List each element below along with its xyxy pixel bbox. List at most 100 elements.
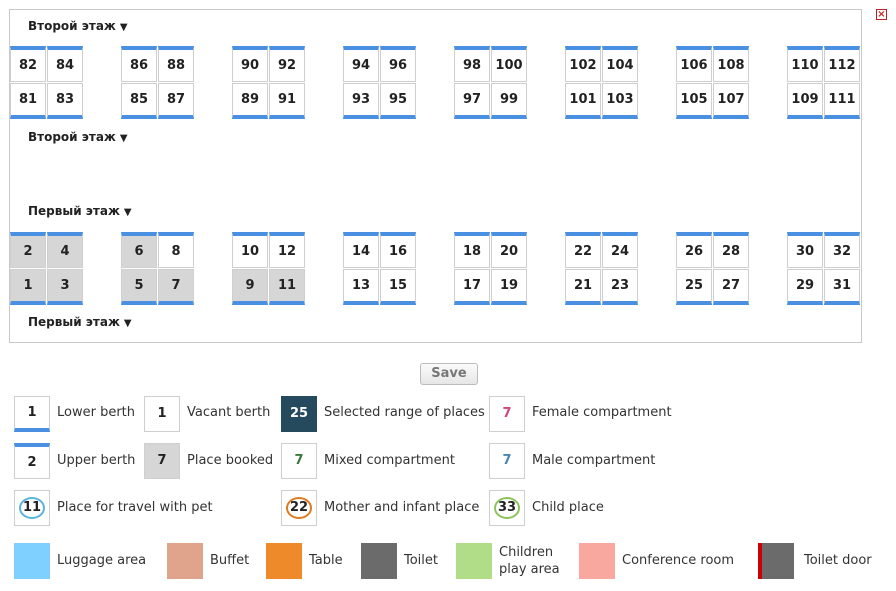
legend-luggage-swatch (14, 543, 50, 579)
seat-30[interactable]: 30 (787, 232, 823, 268)
seat-18[interactable]: 18 (454, 232, 490, 268)
seat-5[interactable]: 5 (121, 269, 157, 305)
seat-110[interactable]: 110 (787, 46, 823, 82)
seat-98[interactable]: 98 (454, 46, 490, 82)
close-icon[interactable]: × (876, 9, 887, 20)
seat-16[interactable]: 16 (380, 232, 416, 268)
seat-81[interactable]: 81 (10, 83, 46, 119)
seat-25[interactable]: 25 (676, 269, 712, 305)
seat-109[interactable]: 109 (787, 83, 823, 119)
legend-child-box: 33 (489, 490, 525, 526)
legend-buffet-swatch (167, 543, 203, 579)
legend-male-label: Male compartment (532, 453, 656, 468)
deck-label-lower-top[interactable]: Первый этаж ▼ (28, 204, 132, 218)
seat-7[interactable]: 7 (158, 269, 194, 305)
seat-10[interactable]: 10 (232, 232, 268, 268)
seat-106[interactable]: 106 (676, 46, 712, 82)
seat-84[interactable]: 84 (47, 46, 83, 82)
seat-8[interactable]: 8 (158, 232, 194, 268)
seat-111[interactable]: 111 (824, 83, 860, 119)
seat-20[interactable]: 20 (491, 232, 527, 268)
seat-32[interactable]: 32 (824, 232, 860, 268)
legend-vacant-berth-label: Vacant berth (187, 405, 271, 420)
seat-17[interactable]: 17 (454, 269, 490, 305)
seat-21[interactable]: 21 (565, 269, 601, 305)
seat-85[interactable]: 85 (121, 83, 157, 119)
legend-place-booked-box: 7 (144, 443, 180, 479)
deck-label-upper-top[interactable]: Второй этаж ▼ (28, 19, 128, 33)
seat-24[interactable]: 24 (602, 232, 638, 268)
legend-lower-berth-label: Lower berth (57, 405, 136, 420)
legend-vacant-berth-box: 1 (144, 396, 180, 432)
legend-toilet-door-label: Toilet door (804, 553, 872, 568)
legend-table-swatch (266, 543, 302, 579)
seat-14[interactable]: 14 (343, 232, 379, 268)
seat-12[interactable]: 12 (269, 232, 305, 268)
seat-105[interactable]: 105 (676, 83, 712, 119)
deck-label-upper-bottom[interactable]: Второй этаж ▼ (28, 130, 128, 144)
seat-11[interactable]: 11 (269, 269, 305, 305)
seat-104[interactable]: 104 (602, 46, 638, 82)
legend-children-play-label-line1: Children (499, 545, 554, 560)
seat-86[interactable]: 86 (121, 46, 157, 82)
seat-22[interactable]: 22 (565, 232, 601, 268)
seat-100[interactable]: 100 (491, 46, 527, 82)
seat-88[interactable]: 88 (158, 46, 194, 82)
legend-pet-box: 11 (14, 490, 50, 526)
seat-99[interactable]: 99 (491, 83, 527, 119)
seat-91[interactable]: 91 (269, 83, 305, 119)
seat-23[interactable]: 23 (602, 269, 638, 305)
legend-lower-berth-box: 1 (14, 396, 50, 432)
seat-1[interactable]: 1 (10, 269, 46, 305)
seat-6[interactable]: 6 (121, 232, 157, 268)
chevron-down-icon: ▼ (119, 133, 128, 144)
seat-92[interactable]: 92 (269, 46, 305, 82)
seat-94[interactable]: 94 (343, 46, 379, 82)
seat-13[interactable]: 13 (343, 269, 379, 305)
seat-9[interactable]: 9 (232, 269, 268, 305)
seat-31[interactable]: 31 (824, 269, 860, 305)
seat-87[interactable]: 87 (158, 83, 194, 119)
seat-102[interactable]: 102 (565, 46, 601, 82)
legend-conference-swatch (579, 543, 615, 579)
legend-place-booked-label: Place booked (187, 453, 274, 468)
seat-2[interactable]: 2 (10, 232, 46, 268)
seat-82[interactable]: 82 (10, 46, 46, 82)
seat-83[interactable]: 83 (47, 83, 83, 119)
seat-3[interactable]: 3 (47, 269, 83, 305)
seat-4[interactable]: 4 (47, 232, 83, 268)
seat-29[interactable]: 29 (787, 269, 823, 305)
legend-selected-range-box: 25 (281, 396, 317, 432)
seat-19[interactable]: 19 (491, 269, 527, 305)
seat-27[interactable]: 27 (713, 269, 749, 305)
legend-luggage-label: Luggage area (57, 553, 147, 568)
seat-15[interactable]: 15 (380, 269, 416, 305)
chevron-down-icon: ▼ (123, 318, 132, 329)
seat-96[interactable]: 96 (380, 46, 416, 82)
legend-upper-berth-box: 2 (14, 443, 50, 479)
seat-28[interactable]: 28 (713, 232, 749, 268)
legend-toilet-swatch (361, 543, 397, 579)
seat-93[interactable]: 93 (343, 83, 379, 119)
legend-pet-label: Place for travel with pet (57, 500, 213, 515)
seat-97[interactable]: 97 (454, 83, 490, 119)
seat-95[interactable]: 95 (380, 83, 416, 119)
seat-90[interactable]: 90 (232, 46, 268, 82)
deck-label-lower-bottom[interactable]: Первый этаж ▼ (28, 315, 132, 329)
legend-mixed-label: Mixed compartment (324, 453, 455, 468)
seat-112[interactable]: 112 (824, 46, 860, 82)
legend-table-label: Table (309, 553, 343, 568)
seat-107[interactable]: 107 (713, 83, 749, 119)
save-button[interactable]: Save (420, 363, 478, 385)
seat-108[interactable]: 108 (713, 46, 749, 82)
seat-101[interactable]: 101 (565, 83, 601, 119)
seat-103[interactable]: 103 (602, 83, 638, 119)
legend-selected-range-label: Selected range of places (324, 405, 485, 420)
legend-toilet-label: Toilet (404, 553, 439, 568)
legend-mother-label: Mother and infant place (324, 500, 480, 515)
chevron-down-icon: ▼ (123, 207, 132, 218)
seat-89[interactable]: 89 (232, 83, 268, 119)
legend-conference-label: Conference room (622, 553, 735, 568)
car-scheme: Второй этаж ▼ 82 84 86 88 90 92 94 96 98 100 102 104… (9, 9, 862, 343)
seat-26[interactable]: 26 (676, 232, 712, 268)
